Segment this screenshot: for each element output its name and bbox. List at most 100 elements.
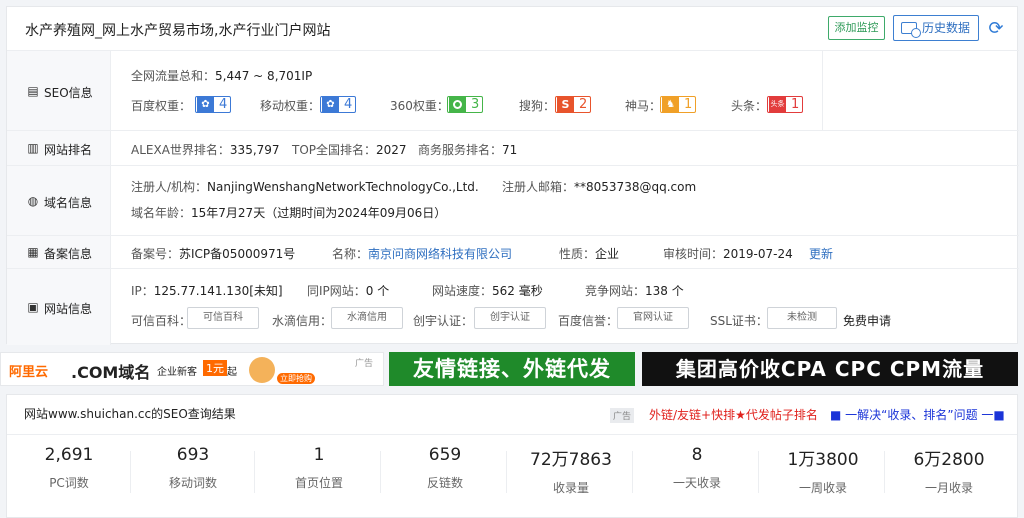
beian-type-value: 企业	[595, 247, 620, 261]
page-title: 水产养殖网_网上水产贸易市场,水产行业门户网站	[25, 23, 331, 39]
seo-label: SEO信息	[44, 86, 93, 100]
stat-pc-words[interactable]: 2,691 PC词数	[7, 445, 131, 501]
domain-age-value: 15年7月27天（过期时间为2024年09月06日）	[191, 206, 447, 220]
www-globe-icon: ◍	[27, 194, 39, 208]
site-info-card: 水产养殖网_网上水产贸易市场,水产行业门户网站 添加监控 历史数据 ⟳ ▤ SE…	[6, 6, 1019, 345]
360-weight-label: 360权重：	[390, 99, 449, 113]
aliyun-domain-text: .COM域名	[71, 363, 151, 382]
same-ip-label: 同IP网站：	[307, 284, 366, 298]
rank-row: ▥ 网站排名 ALEXA世界排名：335,797 TOP全国排名：2027 商务…	[7, 131, 1019, 166]
compete-value[interactable]: 138 个	[645, 284, 684, 298]
ad-tag: 广告	[355, 359, 374, 369]
site-row: ▣ 网站信息 IP：125.77.141.130[未知] 同IP网站：0 个 网…	[7, 269, 1019, 345]
aliyun-ad[interactable]: 阿里云 .COM域名 企业新客 1元 起 立即抢购 广告	[0, 352, 384, 386]
beian-row: ▦ 备案信息 备案号：苏ICP备05000971号 名称：南京问商网络科技有限公…	[7, 236, 1019, 269]
baidu-weight-badge[interactable]: ✿ 4	[195, 96, 232, 113]
seo-row: ▤ SEO信息 全网流量总和：5,447 ~ 8,701IP 百度权重： ✿ 4…	[7, 51, 1019, 131]
beian-name-link[interactable]: 南京问商网络科技有限公司	[368, 247, 512, 261]
registrant-value: NanjingWenshangNetworkTechnologyCo.,Ltd.	[207, 180, 479, 194]
beian-date-label: 审核时间：	[663, 247, 724, 261]
biz-rank-label: 商务服务排名：	[418, 143, 503, 157]
shenma-logo-icon: ♞	[662, 97, 679, 112]
baidu-paw-icon: ✿	[197, 97, 214, 112]
record-icon: ▦	[27, 245, 39, 259]
stat-home-position[interactable]: 1 首页位置	[257, 445, 381, 501]
stat-month-indexed[interactable]: 6万2800 一月收录	[887, 445, 1011, 501]
beian-update-link[interactable]: 更新	[809, 245, 833, 262]
beian-no-value: 苏ICP备05000971号	[179, 247, 296, 261]
kexin-badge[interactable]: 可信百科	[187, 307, 259, 329]
alexa-value[interactable]: 335,797	[230, 143, 280, 157]
seo-result-card: 网站www.shuichan.cc的SEO查询结果 广告 外链/友链+快排★代发…	[6, 394, 1018, 518]
result-title: 网站www.shuichan.cc的SEO查询结果	[24, 407, 236, 421]
stat-backlinks[interactable]: 659 反链数	[383, 445, 507, 501]
sogou-badge[interactable]: S 2	[555, 96, 592, 113]
top-rank-value[interactable]: 2027	[376, 143, 407, 157]
shuidi-label: 水滴信用：	[272, 314, 333, 328]
speed-label: 网站速度：	[432, 284, 493, 298]
same-ip-value[interactable]: 0 个	[366, 284, 389, 298]
history-data-label: 历史数据	[922, 21, 971, 35]
result-promo-link[interactable]: 外链/友链+快排★代发帖子排名	[649, 406, 818, 423]
baidu-paw-icon: ✿	[322, 97, 339, 112]
stat-indexed[interactable]: 72万7863 收录量	[509, 445, 633, 501]
domain-age-label: 域名年龄：	[131, 206, 192, 220]
ssl-badge[interactable]: 未检测	[767, 307, 837, 329]
domain-label: 域名信息	[44, 196, 93, 210]
toutiao-badge[interactable]: 头条 1	[767, 96, 804, 113]
history-icon	[901, 22, 921, 38]
ssl-label: SSL证书：	[710, 314, 768, 328]
sogou-value: 2	[579, 97, 588, 112]
email-value: **8053738@qq.com	[574, 180, 697, 194]
aliyun-brand: 阿里云	[9, 365, 49, 380]
email-label: 注册人邮箱：	[502, 180, 575, 194]
mobile-weight-value: 4	[344, 97, 353, 112]
shuidi-badge[interactable]: 水滴信用	[331, 307, 403, 329]
rank-label: 网站排名	[44, 143, 93, 157]
ip-label: IP：	[131, 284, 154, 298]
result-solution-link[interactable]: ■ 一解决“收录、排名”问题 一■	[830, 406, 1005, 423]
traffic-label: 全网流量总和：	[131, 69, 216, 83]
traffic-value: 5,447 ~ 8,701IP	[215, 69, 313, 83]
top-rank-label: TOP全国排名：	[292, 143, 377, 157]
stat-week-indexed[interactable]: 1万3800 一周收录	[761, 445, 885, 501]
mobile-weight-badge[interactable]: ✿ 4	[320, 96, 357, 113]
toutiao-logo-icon: 头条	[769, 97, 786, 112]
aliyun-sub-text: 企业新客	[157, 367, 197, 378]
refresh-icon[interactable]: ⟳	[986, 19, 1006, 39]
browser-window-icon: ▣	[27, 300, 39, 314]
stat-mobile-words[interactable]: 693 移动词数	[131, 445, 255, 501]
ad-strip: 阿里云 .COM域名 企业新客 1元 起 立即抢购 广告 友情链接、外链代发 集…	[0, 352, 1024, 386]
sogou-logo-icon: S	[557, 97, 574, 112]
sogou-label: 搜狗：	[519, 99, 556, 113]
aliyun-price-unit: 起	[227, 367, 237, 378]
beian-no-label: 备案号：	[131, 247, 180, 261]
toutiao-label: 头条：	[731, 99, 768, 113]
360-weight-badge[interactable]: 3	[447, 96, 484, 113]
baidu-credit-label: 百度信誉：	[558, 314, 619, 328]
baidu-credit-badge[interactable]: 官网认证	[617, 307, 689, 329]
add-monitor-button[interactable]: 添加监控	[828, 16, 885, 40]
domain-row: ◍ 域名信息 注册人/机构：NanjingWenshangNetworkTech…	[7, 166, 1019, 236]
biz-rank-value[interactable]: 71	[502, 143, 517, 157]
shenma-value: 1	[684, 97, 693, 112]
beian-name-label: 名称：	[332, 247, 369, 261]
aliyun-buy-button[interactable]: 立即抢购	[277, 373, 315, 384]
360-logo-icon	[449, 97, 466, 112]
ssl-apply-link[interactable]: 免费申请	[843, 312, 891, 329]
stat-day-indexed[interactable]: 8 一天收录	[635, 445, 759, 501]
speed-value: 562 毫秒	[492, 284, 543, 298]
chuangyu-badge[interactable]: 创宇认证	[474, 307, 546, 329]
card-header: 水产养殖网_网上水产贸易市场,水产行业门户网站 添加监控 历史数据 ⟳	[7, 7, 1019, 51]
cpa-traffic-ad[interactable]: 集团高价收CPA CPC CPM流量	[642, 352, 1018, 386]
kexin-label: 可信百科：	[131, 314, 192, 328]
360-weight-value: 3	[471, 97, 480, 112]
shenma-badge[interactable]: ♞ 1	[660, 96, 697, 113]
site-label: 网站信息	[44, 302, 93, 316]
aliyun-deco-icon	[249, 357, 275, 383]
baidu-weight-value: 4	[219, 97, 228, 112]
baidu-weight-label: 百度权重：	[131, 99, 192, 113]
friendlink-ad[interactable]: 友情链接、外链代发	[389, 352, 635, 386]
alexa-label: ALEXA世界排名：	[131, 143, 230, 157]
history-data-button[interactable]: 历史数据	[893, 15, 979, 41]
